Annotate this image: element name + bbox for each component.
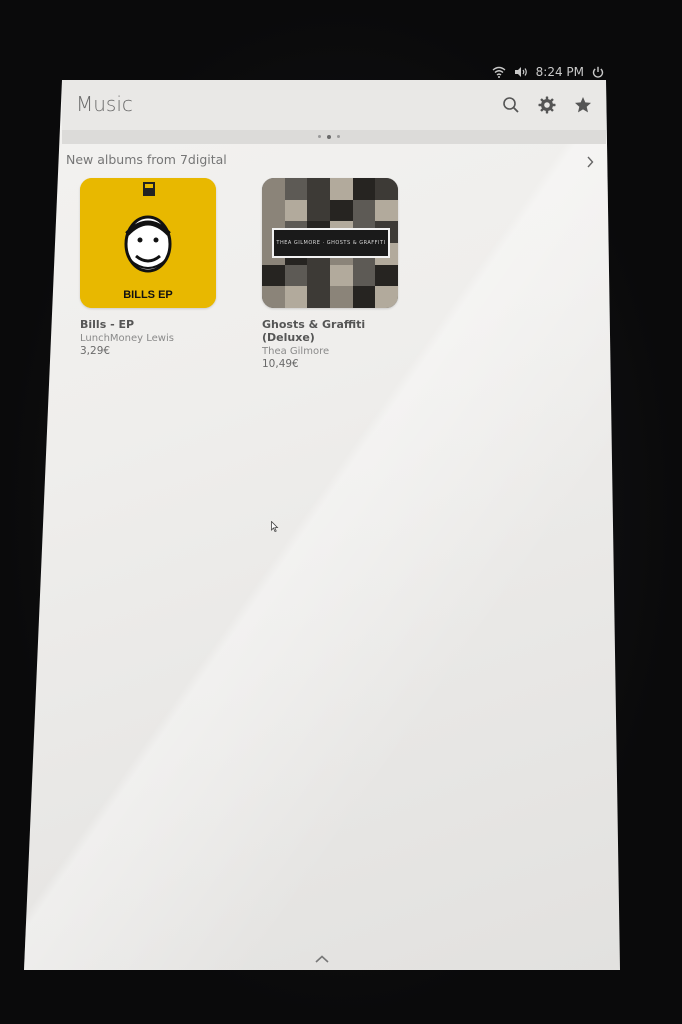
album-card[interactable]: BILLS EP Bills - EP LunchMoney Lewis 3,2… <box>80 178 220 357</box>
album-artist: Thea Gilmore <box>262 346 330 357</box>
page-dot <box>318 135 321 138</box>
album-artist: LunchMoney Lewis <box>80 333 174 344</box>
power-icon[interactable] <box>592 66 604 78</box>
album-title: Bills - EP <box>80 318 135 331</box>
album-price: 10,49€ <box>262 358 299 370</box>
chevron-right-icon[interactable] <box>586 156 594 168</box>
gear-icon[interactable] <box>538 96 556 114</box>
status-time[interactable]: 8:24 PM <box>536 65 584 79</box>
album-cover[interactable]: BILLS EP <box>80 178 216 308</box>
page-dot <box>337 135 340 138</box>
wifi-icon[interactable] <box>492 66 506 78</box>
app-screen: Music New albums from 7digital BILLS EP … <box>24 80 620 970</box>
app-header: Music <box>62 80 606 130</box>
bottom-edge-handle[interactable] <box>300 952 344 966</box>
bills-cover-art: BILLS EP <box>80 178 216 308</box>
header-actions <box>502 96 592 114</box>
page-indicator <box>318 134 340 139</box>
star-icon[interactable] <box>574 96 592 114</box>
album-cover[interactable]: THEA GILMORE · GHOSTS & GRAFFITI <box>262 178 398 308</box>
chevron-up-icon <box>315 955 329 963</box>
page-title: Music <box>76 92 133 116</box>
volume-icon[interactable] <box>514 66 528 78</box>
mouse-pointer-icon <box>271 521 279 533</box>
album-card[interactable]: THEA GILMORE · GHOSTS & GRAFFITI Ghosts … <box>262 178 402 370</box>
album-title: Ghosts & Graffiti (Deluxe) <box>262 318 366 344</box>
status-bar: 8:24 PM <box>492 62 604 82</box>
search-icon[interactable] <box>502 96 520 114</box>
page-dot-active <box>327 134 331 139</box>
device-frame: 8:24 PM Music New albums from 7digital B… <box>0 0 682 1024</box>
cover-title: THEA GILMORE · GHOSTS & GRAFFITI <box>272 228 390 258</box>
section-title: New albums from 7digital <box>66 152 227 167</box>
album-price: 3,29€ <box>80 345 111 357</box>
cover-title: BILLS EP <box>123 289 173 301</box>
